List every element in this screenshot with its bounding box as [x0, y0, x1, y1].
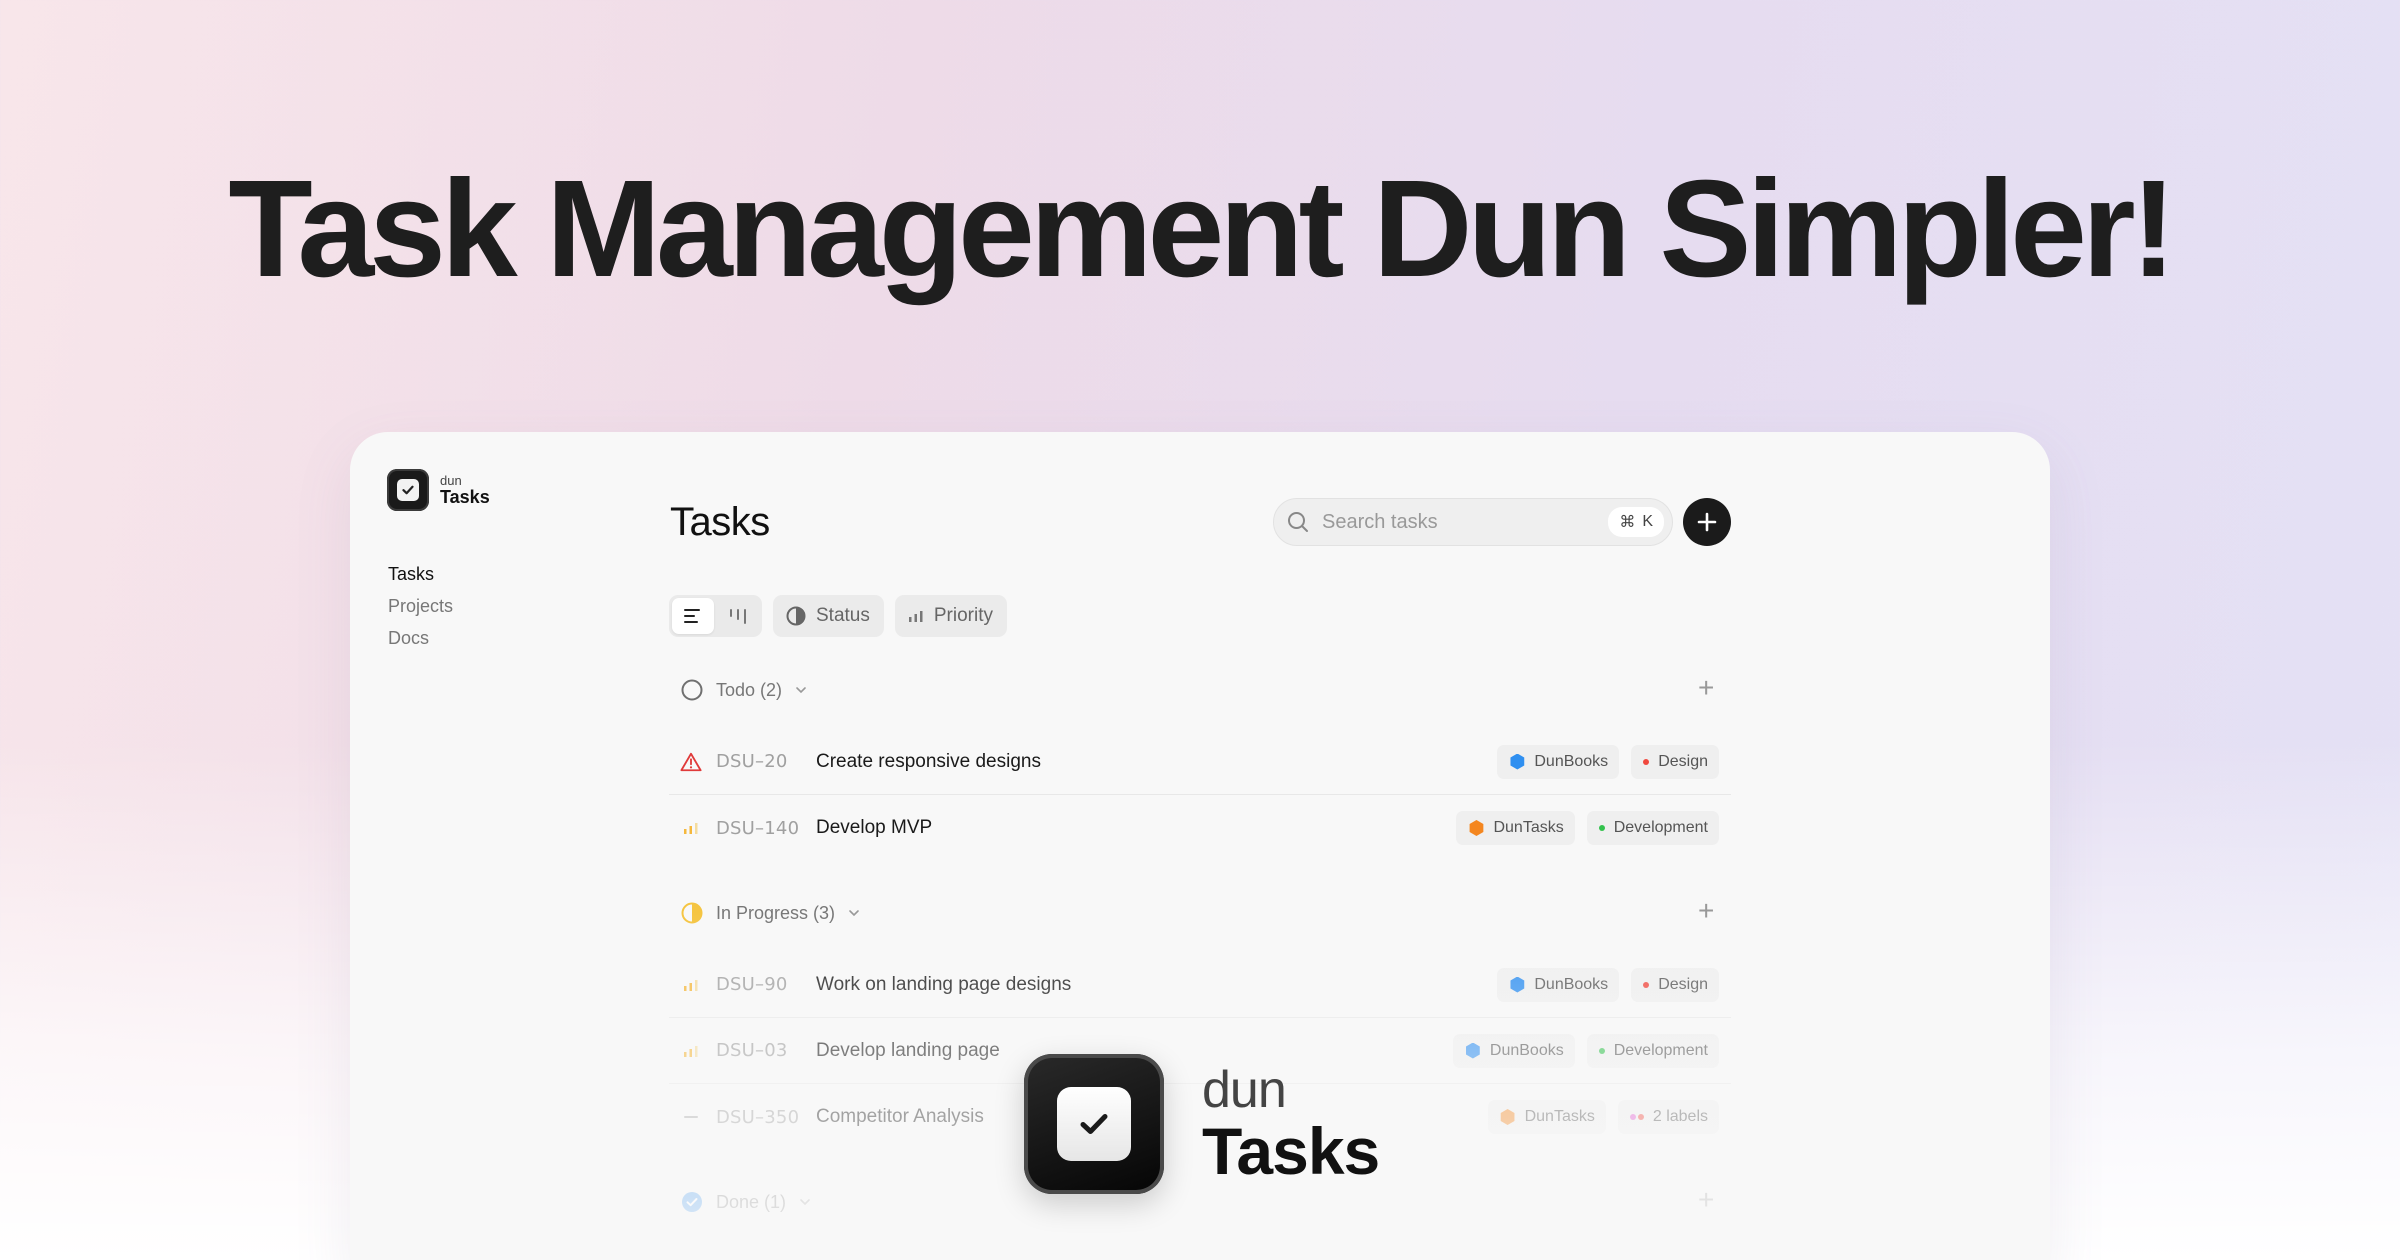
project-tag-label: DunBooks — [1534, 752, 1609, 770]
group-label: In Progress (3) — [716, 902, 836, 923]
project-hexagon-icon — [1510, 753, 1525, 770]
task-id: DSU–140 — [716, 817, 800, 839]
group-label: Todo (2) — [716, 679, 783, 700]
project-tag-label: DunTasks — [1524, 1108, 1595, 1125]
group-header-done[interactable]: Done (1) — [680, 1190, 812, 1214]
search-icon — [1288, 512, 1308, 532]
group-header-todo[interactable]: Todo (2) — [680, 678, 808, 702]
task-row[interactable]: DSU–20 Create responsive designs DunBook… — [669, 729, 1731, 795]
sidebar-nav: Tasks Projects Docs — [388, 564, 453, 660]
project-tag[interactable]: DunBooks — [1497, 967, 1620, 1002]
group-header-in-progress[interactable]: In Progress (3) — [680, 901, 861, 925]
hero-headline: Task Management Dun Simpler! — [228, 152, 2176, 306]
urgent-priority-icon — [680, 752, 702, 771]
label-tag-label: Development — [1613, 1041, 1708, 1059]
medium-priority-icon — [684, 823, 698, 834]
view-toggle — [669, 595, 762, 637]
label-tag-label: 2 labels — [1652, 1108, 1708, 1125]
shortcut-key: K — [1642, 513, 1653, 530]
chevron-down-icon — [800, 1199, 810, 1206]
label-tag-label: Design — [1658, 752, 1708, 770]
brand-lockup: dun Tasks — [1024, 1054, 1380, 1194]
multi-label-tag[interactable]: 2 labels — [1617, 1100, 1719, 1134]
task-title: Develop MVP — [816, 817, 933, 838]
no-priority-icon — [684, 1116, 698, 1118]
chevron-down-icon — [796, 687, 806, 694]
chevron-down-icon — [849, 910, 859, 917]
add-to-in-progress-button[interactable]: + — [1698, 897, 1714, 925]
project-hexagon-icon — [1466, 1042, 1480, 1059]
label-tag[interactable]: Development — [1586, 1033, 1719, 1068]
todo-status-icon — [681, 679, 703, 701]
in-progress-status-icon — [681, 902, 703, 924]
done-status-icon — [682, 1192, 702, 1212]
label-tag[interactable]: Development — [1586, 811, 1719, 845]
task-title: Work on landing page designs — [816, 973, 1072, 995]
project-tag-label: DunBooks — [1489, 1041, 1564, 1059]
brand-big-text: Tasks — [1202, 1114, 1380, 1188]
project-hexagon-icon — [1500, 1109, 1515, 1125]
task-row[interactable]: DSU–90 Work on landing page designs DunB… — [669, 952, 1731, 1018]
list-view-button[interactable] — [672, 598, 714, 634]
add-task-button[interactable] — [1683, 498, 1731, 546]
label-tag-label: Development — [1613, 819, 1708, 836]
medium-priority-icon — [684, 979, 698, 991]
add-to-done-button[interactable]: + — [1698, 1186, 1714, 1214]
label-tag[interactable]: Design — [1631, 744, 1719, 779]
logo-small-text: dun — [440, 473, 462, 488]
project-hexagon-icon — [1469, 820, 1484, 836]
add-to-todo-button[interactable]: + — [1698, 674, 1714, 702]
label-dot-icon — [1598, 1047, 1605, 1054]
project-tag-label: DunBooks — [1534, 975, 1609, 993]
brand-small-text: dun — [1202, 1061, 1287, 1119]
group-label: Done (1) — [716, 1191, 787, 1212]
project-tag[interactable]: DunTasks — [1456, 811, 1575, 845]
task-id: DSU–03 — [716, 1040, 788, 1061]
plus-icon — [1697, 512, 1717, 532]
sidebar-item-docs[interactable]: Docs — [388, 628, 453, 649]
label-dot-icon — [1643, 758, 1650, 765]
status-filter-button[interactable]: Status — [773, 595, 884, 637]
command-key-icon: ⌘ — [1619, 514, 1636, 531]
label-tag[interactable]: Design — [1631, 967, 1719, 1002]
task-id: DSU–90 — [716, 974, 788, 995]
project-tag-label: DunTasks — [1493, 819, 1564, 836]
search-box[interactable]: ⌘ K — [1273, 498, 1673, 546]
project-tag[interactable]: DunBooks — [1497, 744, 1620, 779]
label-dot-icon — [1598, 825, 1605, 831]
task-id: DSU–20 — [716, 751, 788, 772]
logo-check-icon — [387, 469, 429, 511]
sidebar-item-projects[interactable]: Projects — [388, 596, 453, 617]
status-icon — [786, 606, 806, 626]
view-toolbar: Status Priority — [669, 595, 1007, 637]
label-dot-icon — [1643, 981, 1650, 988]
brand-check-icon — [1024, 1054, 1164, 1194]
medium-priority-icon — [684, 1045, 698, 1057]
task-row[interactable]: DSU–140 Develop MVP DunTasks Development — [669, 795, 1731, 861]
shortcut-badge: ⌘ K — [1608, 507, 1664, 537]
project-tag[interactable]: DunBooks — [1452, 1033, 1575, 1068]
multi-label-dots-icon — [1629, 1114, 1644, 1120]
task-id: DSU–350 — [716, 1106, 800, 1128]
priority-filter-label: Priority — [933, 605, 993, 626]
board-view-button[interactable] — [717, 598, 759, 634]
page-title: Tasks — [670, 500, 770, 544]
app-logo[interactable]: dun Tasks — [387, 469, 490, 511]
board-view-icon — [730, 609, 746, 624]
priority-filter-button[interactable]: Priority — [894, 595, 1007, 637]
project-tag[interactable]: DunTasks — [1487, 1100, 1606, 1134]
priority-icon — [908, 611, 923, 622]
task-title: Create responsive designs — [816, 750, 1041, 772]
list-view-icon — [684, 609, 700, 623]
label-tag-label: Design — [1658, 975, 1708, 993]
sidebar-item-tasks[interactable]: Tasks — [388, 564, 453, 585]
logo-big-text: Tasks — [440, 487, 490, 507]
project-hexagon-icon — [1510, 976, 1525, 993]
search-input[interactable] — [1322, 510, 1609, 534]
status-filter-label: Status — [816, 605, 870, 626]
